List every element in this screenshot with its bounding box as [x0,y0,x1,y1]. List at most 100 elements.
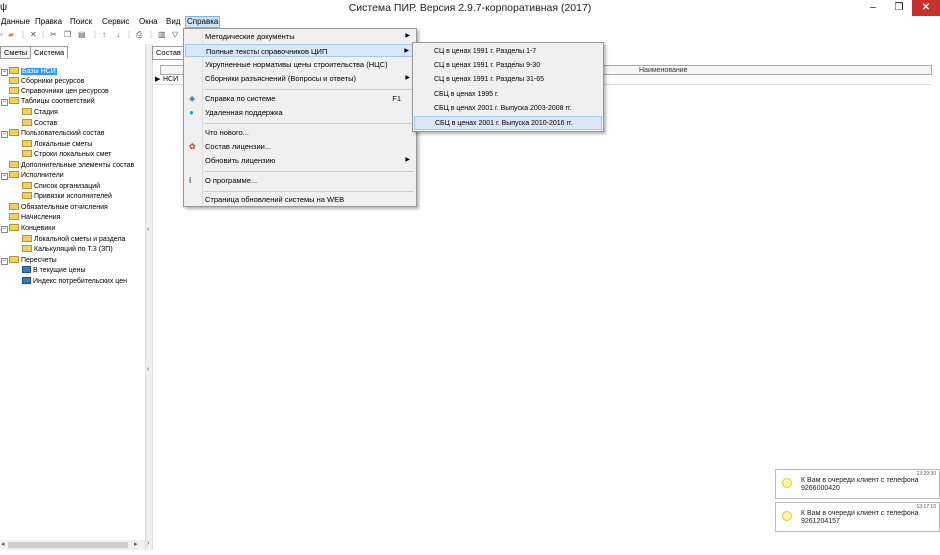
menu-item-label: Удаленная поддержка [205,108,283,117]
collapse-icon[interactable]: − [1,258,8,265]
notification-message: К Вам в очереди клиент с телефона 926600… [801,477,919,493]
tree-node[interactable]: − Концевики [1,224,55,234]
folder-icon [22,119,32,126]
submenu-item-label: СЦ в ценах 1991 г. Разделы 1-7 [434,48,537,55]
tab-estimates[interactable]: Сметы [0,46,32,59]
tree-node-label: Концевики [21,225,56,232]
notification-toast[interactable]: 13:17:10 К Вам в очереди клиент с телефо… [775,502,940,532]
menu-search[interactable]: Поиск [69,16,93,28]
menu-item-methodical-docs[interactable]: Методические документы ▶ [185,30,415,43]
columns-icon[interactable]: ▥ [158,30,166,39]
submenu-arrow-icon: ▶ [404,48,409,54]
tree-horizontal-scrollbar[interactable]: ◂ ▸ [0,540,145,550]
cut-icon[interactable]: ✂ [50,30,57,39]
tree-node[interactable]: − Пользовательский состав [1,129,104,139]
tree-node[interactable]: Дополнительные элементы состав [9,161,134,171]
notification-time: 13:17:10 [916,504,936,510]
collapse-icon[interactable]: − [1,131,8,138]
scroll-left-icon[interactable]: ◂ [1,540,5,548]
menu-item-whats-new[interactable]: Что нового... [185,126,415,139]
submenu-item[interactable]: СЦ в ценах 1991 г. Разделы 9-30 [414,59,602,73]
menu-data[interactable]: Данные [0,16,31,28]
collapse-right-icon[interactable]: › [147,540,149,547]
grid-vertical-scrollbar[interactable] [932,65,940,80]
tab-composition[interactable]: Состав [152,46,185,60]
submenu-item[interactable]: СБЦ в ценах 2001 г. Выпуска 2003-2008 гг… [414,102,602,116]
menu-item-label: Справка по системе [205,94,276,103]
row-cell[interactable]: НСИ [163,75,178,85]
collapse-icon[interactable]: − [1,173,8,180]
notification-toast[interactable]: 13:29:30 К Вам в очереди клиент с телефо… [775,469,940,499]
tree-node-label: Стадия [34,109,58,116]
tree-node[interactable]: − Базы НСИ [1,67,57,77]
panel-splitter[interactable]: ‹ ‹ › [145,44,153,550]
collapse-icon[interactable]: − [1,69,8,76]
tree-node[interactable]: Обязательные отчисления [9,203,108,213]
tree-node[interactable]: Список организаций [22,182,100,192]
menu-edit[interactable]: Правка [34,16,63,28]
menu-item-label: Что нового... [205,128,249,137]
copy-icon[interactable]: ❐ [64,30,71,39]
submenu-item[interactable]: СЦ в ценах 1991 г. Разделы 1-7 [414,45,602,59]
lightbulb-icon [782,478,792,488]
folder-icon [9,161,19,168]
close-button[interactable]: ✕ [912,0,940,16]
tree-node[interactable]: Локальной сметы и раздела [22,235,125,245]
tree-node[interactable]: Калькуляций по Т.3 (ЗП) [22,245,113,255]
folder-icon [9,97,19,104]
tab-system[interactable]: Система [30,46,69,59]
new-icon[interactable]: ▫ [0,30,3,39]
open-folder-icon[interactable]: ▰ [8,30,14,39]
folder-icon [9,171,19,178]
minimize-button[interactable]: – [860,0,886,16]
menu-item-system-help[interactable]: ◈ Справка по системе F1 [185,92,415,105]
collapse-left-icon[interactable]: ‹ [147,366,149,373]
notification-phone: 9261204157 [801,518,840,525]
tree-node[interactable]: Индекс потребительских цен [22,277,127,287]
menu-help[interactable]: Справка [185,16,221,28]
collapse-icon[interactable]: − [1,226,8,233]
tree-node[interactable]: Стадия [22,108,58,118]
menu-item-ncs[interactable]: Укрупненные нормативы цены строительства… [185,58,415,71]
scroll-right-icon[interactable]: ▸ [134,540,138,548]
menu-item-updates-web[interactable]: Страница обновлений системы на WEB [185,193,415,206]
move-down-icon[interactable]: ↓ [116,30,120,39]
tree-node[interactable]: Строки локальных смет [22,150,111,160]
notification-line: К Вам в очереди клиент с телефона [801,510,919,517]
submenu-item[interactable]: СБЦ в ценах 1995 г. [414,88,602,102]
tree-node[interactable]: Состав [22,119,57,129]
submenu-item[interactable]: СБЦ в ценах 2001 г. Выпуска 2010-2016 гг… [414,116,602,130]
tree-node[interactable]: Начисления [9,213,60,223]
menu-item-label: Сборники разъяснений (Вопросы и ответы) [205,74,357,83]
submenu-item[interactable]: СЦ в ценах 1991 г. Разделы 31-65 [414,73,602,87]
menu-view[interactable]: Вид [165,16,181,28]
row-indicator-icon: ▶ [155,76,161,83]
filter-icon[interactable]: ▽ [172,30,178,39]
collapse-icon[interactable]: − [1,99,8,106]
tree-node[interactable]: Справочники цен ресурсов [9,87,109,97]
maximize-button[interactable]: ❐ [886,0,912,16]
paste-icon[interactable]: ▤ [78,30,86,39]
menu-service[interactable]: Сервис [101,16,130,28]
tree-node[interactable]: − Таблицы соответствий [1,97,95,107]
tree-node[interactable]: − Пересчеты [1,256,57,266]
menu-item-update-license[interactable]: Обновить лицензию ▶ [185,154,415,167]
delete-icon[interactable]: ✕ [30,30,37,39]
menu-windows[interactable]: Окна [138,16,159,28]
tree-node[interactable]: В текущие цены [22,266,86,276]
scroll-thumb[interactable] [8,542,128,548]
collapse-left-icon[interactable]: ‹ [147,226,149,233]
menu-item-about[interactable]: i О программе... [185,174,415,187]
print-icon[interactable]: ⎙ [136,30,142,40]
tree-node[interactable]: Сборники ресурсов [9,77,84,87]
column-header-name[interactable]: Наименование [639,66,688,75]
menu-item-license[interactable]: ✿ Состав лицензии... [185,140,415,153]
menu-item-full-texts[interactable]: Полные тексты справочников ЦИП ▶ [185,44,415,57]
tree-node[interactable]: − Исполнители [1,171,64,181]
tree-node[interactable]: Локальные сметы [22,140,92,150]
menu-item-explanations[interactable]: Сборники разъяснений (Вопросы и ответы) ▶ [185,72,415,85]
folder-icon [9,67,19,74]
menu-item-remote-support[interactable]: ● Удаленная поддержка [185,106,415,119]
tree-node[interactable]: Привязки исполнителей [22,192,112,202]
move-up-icon[interactable]: ↑ [102,30,106,39]
